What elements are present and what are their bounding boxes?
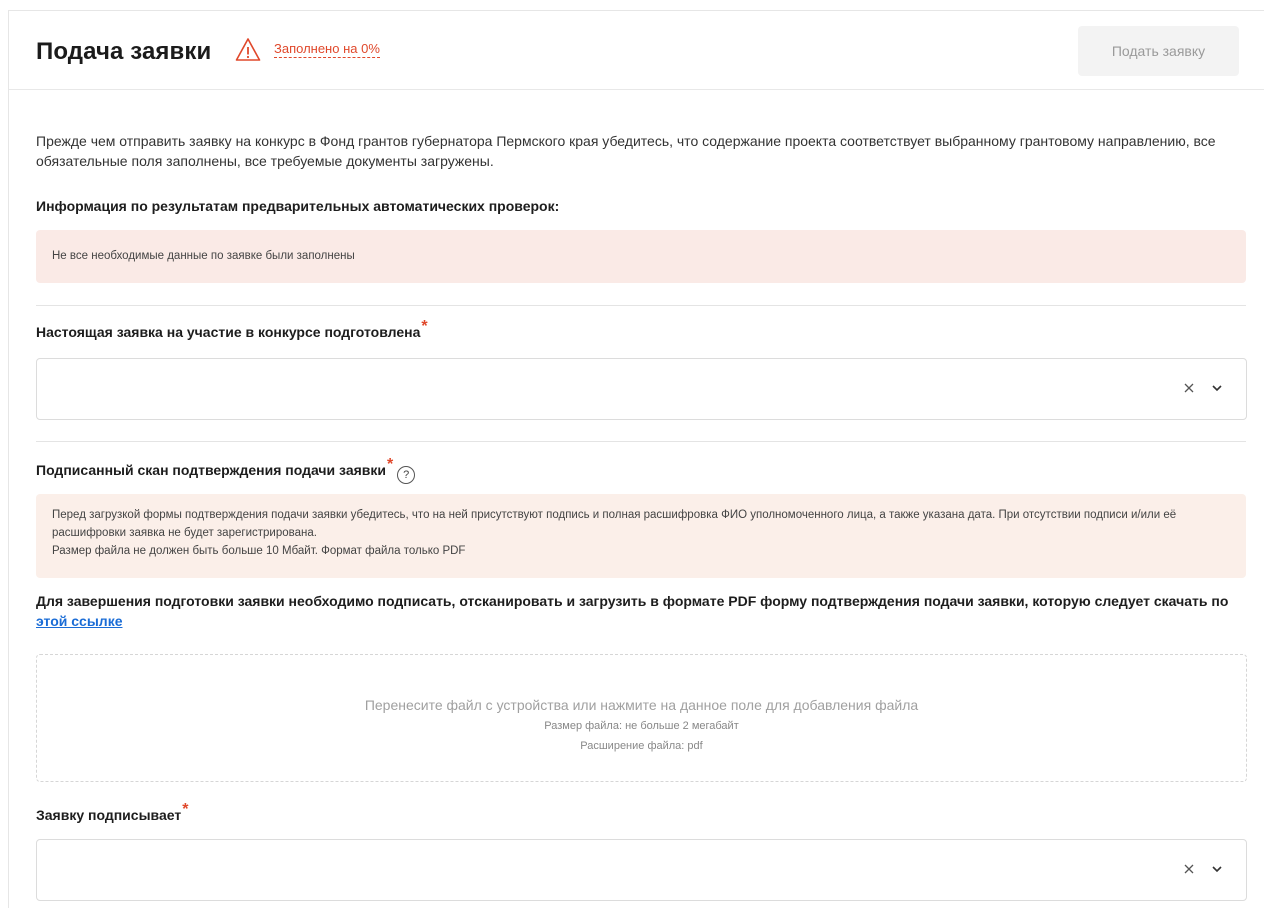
scan-label-text: Подписанный скан подтверждения подачи за… bbox=[36, 462, 386, 478]
page-title: Подача заявки bbox=[36, 38, 212, 65]
close-icon[interactable] bbox=[1182, 862, 1196, 876]
prepared-label-text: Настоящая заявка на участие в конкурсе п… bbox=[36, 324, 421, 340]
required-mark: * bbox=[182, 801, 189, 818]
prepared-field-label: Настоящая заявка на участие в конкурсе п… bbox=[36, 318, 428, 342]
check-alert: Не все необходимые данные по заявке были… bbox=[36, 230, 1246, 283]
scan-field-label: Подписанный скан подтверждения подачи за… bbox=[36, 456, 416, 484]
download-form-link[interactable]: этой ссылке bbox=[36, 613, 122, 629]
chevron-down-icon[interactable] bbox=[1210, 381, 1224, 395]
check-alert-text: Не все необходимые данные по заявке были… bbox=[52, 250, 355, 262]
dropzone-ext-text: Расширение файла: pdf bbox=[580, 740, 703, 752]
signer-select[interactable] bbox=[36, 839, 1247, 901]
checks-title: Информация по результатам предварительны… bbox=[36, 198, 560, 214]
scan-note-text: Перед загрузкой формы подтверждения пода… bbox=[52, 506, 1232, 560]
help-circle-icon[interactable]: ? bbox=[397, 466, 416, 484]
prepared-select[interactable] bbox=[36, 358, 1247, 420]
chevron-down-icon[interactable] bbox=[1210, 862, 1224, 876]
intro-text: Прежде чем отправить заявку на конкурс в… bbox=[36, 133, 1216, 169]
warning-triangle-icon bbox=[235, 38, 261, 61]
submit-application-button[interactable]: Подать заявку bbox=[1078, 26, 1239, 76]
divider bbox=[36, 305, 1246, 306]
signer-label-text: Заявку подписывает bbox=[36, 807, 182, 823]
page-header: Подача заявки Заполнено на 0% Подать зая… bbox=[9, 11, 1264, 90]
close-icon[interactable] bbox=[1182, 381, 1196, 395]
scan-instruction: Для завершения подготовки заявки необход… bbox=[36, 591, 1246, 631]
scan-note: Перед загрузкой формы подтверждения пода… bbox=[36, 494, 1246, 578]
dropzone-size-text: Размер файла: не больше 2 мегабайт bbox=[544, 720, 739, 732]
signer-field-label: Заявку подписывает* bbox=[36, 801, 188, 825]
scan-instruction-text: Для завершения подготовки заявки необход… bbox=[36, 593, 1229, 609]
scan-note-line2: Размер файла не должен быть больше 10 Мб… bbox=[52, 545, 466, 557]
file-dropzone[interactable]: Перенесите файл с устройства или нажмите… bbox=[36, 654, 1247, 782]
dropzone-main-text: Перенесите файл с устройства или нажмите… bbox=[364, 697, 919, 713]
scan-note-line1: Перед загрузкой формы подтверждения пода… bbox=[52, 509, 1177, 539]
divider bbox=[36, 441, 1246, 442]
page-frame: Подача заявки Заполнено на 0% Подать зая… bbox=[8, 10, 1264, 908]
required-mark: * bbox=[421, 318, 428, 335]
fill-status-link[interactable]: Заполнено на 0% bbox=[274, 41, 380, 58]
required-mark: * bbox=[387, 456, 394, 473]
